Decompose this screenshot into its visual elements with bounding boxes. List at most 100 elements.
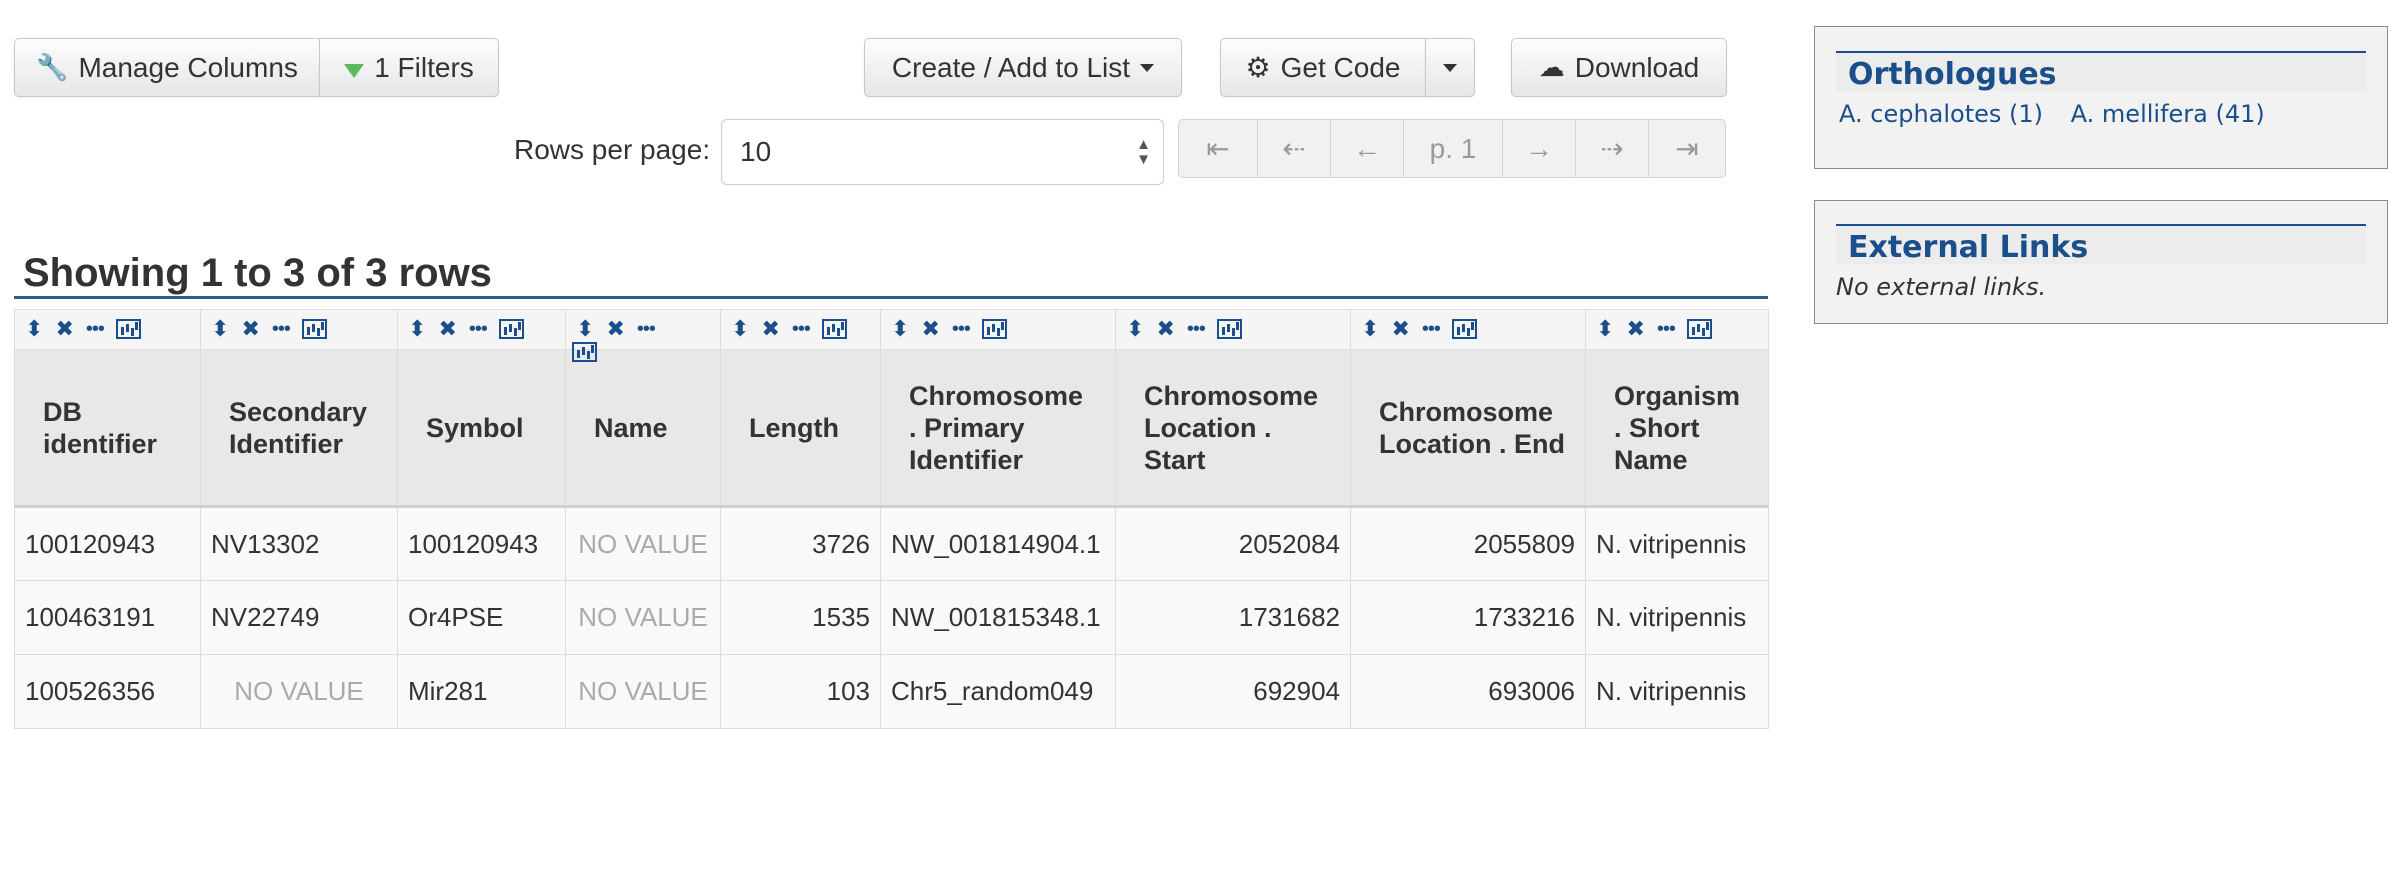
no-external-links-text: No external links. xyxy=(1836,273,2047,301)
more-options-icon[interactable]: ••• xyxy=(637,318,656,341)
prev-group-button[interactable]: ⇠ xyxy=(1257,119,1331,178)
download-button[interactable]: ☁ Download xyxy=(1511,38,1727,97)
column-header[interactable]: Organism . Short Name xyxy=(1585,349,1769,508)
table-row: 100526356 NO VALUE Mir281 NO VALUE 103 C… xyxy=(14,654,1769,729)
get-code-button[interactable]: ⚙ Get Code xyxy=(1220,38,1426,97)
remove-column-icon[interactable]: ✖ xyxy=(921,316,939,342)
table-cell[interactable]: 100120943 xyxy=(397,506,566,581)
first-page-button[interactable]: ⇤ xyxy=(1178,119,1258,178)
sort-icon[interactable]: ⬍ xyxy=(1126,316,1144,342)
remove-column-icon[interactable]: ✖ xyxy=(55,316,73,342)
more-options-icon[interactable]: ••• xyxy=(1657,318,1676,341)
column-header[interactable]: Chromosome . Primary Identifier xyxy=(880,349,1116,508)
remove-column-icon[interactable]: ✖ xyxy=(1391,316,1409,342)
prev-page-button[interactable]: ← xyxy=(1330,119,1404,178)
orthologue-link[interactable]: A. cephalotes (1) xyxy=(1839,100,2043,128)
external-links-title: External Links xyxy=(1836,224,2366,265)
column-controls: ⬍ ✖ ••• xyxy=(397,309,566,350)
sort-icon[interactable]: ⬍ xyxy=(576,316,594,342)
more-options-icon[interactable]: ••• xyxy=(1422,318,1441,341)
table-cell[interactable]: 2055809 xyxy=(1350,506,1586,581)
table-cell[interactable]: 2052084 xyxy=(1115,506,1351,581)
column-controls: ⬍ ✖ ••• xyxy=(1350,309,1586,350)
table-cell[interactable]: NW_001814904.1 xyxy=(880,506,1116,581)
filters-label: 1 Filters xyxy=(374,51,474,83)
sort-icon[interactable]: ⬍ xyxy=(891,316,909,342)
column-header[interactable]: Chromosome Location . End xyxy=(1350,349,1586,508)
create-add-to-list-button[interactable]: Create / Add to List xyxy=(864,38,1182,97)
results-table: ⬍ ✖ ••• ⬍ ✖ ••• ⬍ ✖ ••• ⬍ ✖ ••• ⬍ ✖ ••• ⬍ ✖ ••• ⬍ ✖ ••… xyxy=(14,309,1769,729)
table-cell[interactable]: 692904 xyxy=(1115,654,1351,729)
remove-column-icon[interactable]: ✖ xyxy=(606,316,624,342)
column-summary-icon[interactable] xyxy=(572,342,597,362)
sort-icon[interactable]: ⬍ xyxy=(211,316,229,342)
remove-column-icon[interactable]: ✖ xyxy=(1156,316,1174,342)
more-options-icon[interactable]: ••• xyxy=(272,318,291,341)
more-options-icon[interactable]: ••• xyxy=(86,318,105,341)
column-header[interactable]: Name xyxy=(565,349,721,508)
column-summary-icon[interactable] xyxy=(301,319,327,339)
cloud-download-icon: ☁ xyxy=(1538,52,1565,82)
rows-per-page-select[interactable]: 10 ▲ ▼ xyxy=(721,119,1164,185)
column-header[interactable]: DB identifier xyxy=(14,349,201,508)
orthologues-panel: Orthologues A. cephalotes (1) A. mellife… xyxy=(1814,26,2388,169)
table-cell: NO VALUE xyxy=(565,506,721,581)
table-cell[interactable]: NW_001815348.1 xyxy=(880,580,1116,655)
table-cell[interactable]: NV13302 xyxy=(200,506,398,581)
table-cell[interactable]: 693006 xyxy=(1350,654,1586,729)
more-options-icon[interactable]: ••• xyxy=(1187,318,1206,341)
column-controls: ⬍ ✖ ••• xyxy=(1585,309,1769,350)
column-summary-icon[interactable] xyxy=(1216,319,1242,339)
table-cell[interactable]: N. vitripennis xyxy=(1585,506,1769,581)
more-options-icon[interactable]: ••• xyxy=(952,318,971,341)
table-cell[interactable]: 1731682 xyxy=(1115,580,1351,655)
table-cell[interactable]: 100526356 xyxy=(14,654,201,729)
filters-button[interactable]: 1 Filters xyxy=(319,38,499,97)
table-cell[interactable]: 100120943 xyxy=(14,506,201,581)
remove-column-icon[interactable]: ✖ xyxy=(438,316,456,342)
sort-icon[interactable]: ⬍ xyxy=(25,316,43,342)
table-cell[interactable]: NV22749 xyxy=(200,580,398,655)
table-cell[interactable]: Mir281 xyxy=(397,654,566,729)
more-options-icon[interactable]: ••• xyxy=(469,318,488,341)
column-summary-icon[interactable] xyxy=(1451,319,1477,339)
remove-column-icon[interactable]: ✖ xyxy=(241,316,259,342)
more-options-icon[interactable]: ••• xyxy=(792,318,811,341)
table-cell[interactable]: 1733216 xyxy=(1350,580,1586,655)
title-divider xyxy=(14,296,1768,299)
sort-icon[interactable]: ⬍ xyxy=(1596,316,1614,342)
column-header[interactable]: Symbol xyxy=(397,349,566,508)
column-summary-icon[interactable] xyxy=(1686,319,1712,339)
remove-column-icon[interactable]: ✖ xyxy=(761,316,779,342)
table-cell: NO VALUE xyxy=(200,654,398,729)
table-cell[interactable]: Or4PSE xyxy=(397,580,566,655)
next-page-button[interactable]: → xyxy=(1502,119,1576,178)
column-header[interactable]: Chromosome Location . Start xyxy=(1115,349,1351,508)
column-header[interactable]: Length xyxy=(720,349,881,508)
last-page-button[interactable]: ⇥ xyxy=(1648,119,1726,178)
table-cell[interactable]: N. vitripennis xyxy=(1585,654,1769,729)
table-cell[interactable]: N. vitripennis xyxy=(1585,580,1769,655)
column-summary-icon[interactable] xyxy=(981,319,1007,339)
orthologue-link[interactable]: A. mellifera (41) xyxy=(2071,100,2265,128)
select-arrows-icon: ▲ ▼ xyxy=(1136,136,1151,168)
column-summary-icon[interactable] xyxy=(115,319,141,339)
table-cell[interactable]: Chr5_random049 xyxy=(880,654,1116,729)
column-summary-icon[interactable] xyxy=(821,319,847,339)
results-summary: Showing 1 to 3 of 3 rows xyxy=(23,251,492,295)
sort-icon[interactable]: ⬍ xyxy=(408,316,426,342)
next-group-button[interactable]: ⇢ xyxy=(1575,119,1649,178)
get-code-dropdown-toggle[interactable] xyxy=(1425,38,1475,97)
column-summary-icon[interactable] xyxy=(498,319,524,339)
remove-column-icon[interactable]: ✖ xyxy=(1626,316,1644,342)
manage-columns-button[interactable]: 🔧 Manage Columns xyxy=(14,38,320,97)
sort-icon[interactable]: ⬍ xyxy=(731,316,749,342)
table-cell[interactable]: 103 xyxy=(720,654,881,729)
sort-icon[interactable]: ⬍ xyxy=(1361,316,1379,342)
table-cell[interactable]: 1535 xyxy=(720,580,881,655)
table-cell[interactable]: 3726 xyxy=(720,506,881,581)
column-header[interactable]: Secondary Identifier xyxy=(200,349,398,508)
table-row: 100120943 NV13302 100120943 NO VALUE 372… xyxy=(14,506,1769,581)
column-controls: ⬍ ✖ ••• xyxy=(14,309,201,350)
table-cell[interactable]: 100463191 xyxy=(14,580,201,655)
